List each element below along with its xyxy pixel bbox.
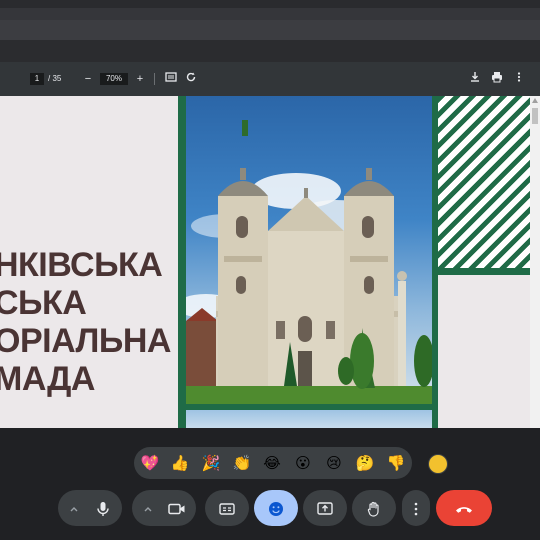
second-photo-top: [186, 410, 432, 428]
camera-icon[interactable]: [162, 490, 192, 526]
more-vert-icon[interactable]: [511, 71, 527, 87]
more-options-icon: [402, 490, 430, 526]
camera-options-chevron-icon[interactable]: [136, 490, 160, 526]
more-options-button[interactable]: [402, 490, 430, 526]
pdf-page: НКІВСЬКА СЬКА ОРІАЛЬНА МАДА: [0, 96, 530, 428]
skin-tone-picker[interactable]: [428, 454, 448, 474]
title-line-4: МАДА: [0, 360, 95, 398]
reaction-surprised[interactable]: 😮: [292, 453, 314, 473]
viewer-spacer: [0, 40, 540, 62]
striped-panel: [438, 96, 530, 268]
green-divider: [178, 96, 186, 428]
green-bar-horizontal: [438, 268, 530, 275]
reaction-sad[interactable]: 😢: [323, 453, 345, 473]
toolbar-separator: [154, 73, 155, 85]
captions-icon[interactable]: [205, 490, 249, 526]
mic-icon[interactable]: [88, 490, 118, 526]
church-photo: [186, 96, 432, 404]
reaction-party[interactable]: 🎉: [200, 453, 222, 473]
download-icon[interactable]: [467, 71, 483, 87]
scroll-up-arrow-icon[interactable]: [532, 98, 538, 103]
print-icon[interactable]: [489, 71, 505, 87]
present-icon[interactable]: [303, 490, 347, 526]
reaction-thumbs-up[interactable]: 👍: [169, 453, 191, 473]
reaction-thumbs-down[interactable]: 👎: [385, 453, 407, 473]
title-line-2: СЬКА: [0, 284, 87, 322]
emoji-icon[interactable]: [254, 490, 298, 526]
page-number-input[interactable]: 1: [30, 73, 44, 85]
slide-title: НКІВСЬКА СЬКА ОРІАЛЬНА МАДА: [0, 246, 171, 398]
title-line-1: НКІВСЬКА: [0, 246, 163, 284]
zoom-input[interactable]: 70%: [100, 73, 128, 85]
reaction-heart[interactable]: 💖: [139, 453, 161, 473]
reactions-bar: 💖 👍 🎉 👏 😂 😮 😢 🤔 👎: [134, 447, 412, 479]
vertical-scrollbar[interactable]: [530, 96, 540, 428]
mic-control: [58, 490, 122, 526]
rotate-icon[interactable]: [183, 71, 199, 87]
reaction-thinking[interactable]: 🤔: [354, 453, 376, 473]
end-call-icon[interactable]: [436, 490, 492, 526]
pdf-toolbar: 1 / 35 − 70% +: [0, 62, 540, 96]
page-total: / 35: [48, 74, 62, 83]
pdf-viewer[interactable]: НКІВСЬКА СЬКА ОРІАЛЬНА МАДА: [0, 96, 540, 428]
scrollbar-thumb[interactable]: [532, 108, 538, 124]
mic-options-chevron-icon[interactable]: [62, 490, 86, 526]
fit-page-icon[interactable]: [163, 71, 179, 87]
title-line-3: ОРІАЛЬНА: [0, 322, 171, 360]
reaction-laugh[interactable]: 😂: [261, 453, 283, 473]
reaction-clap[interactable]: 👏: [231, 453, 253, 473]
raise-hand-icon[interactable]: [352, 490, 396, 526]
camera-control: [132, 490, 196, 526]
window-top-strip: [0, 0, 540, 8]
browser-bar: [0, 8, 540, 44]
zoom-out-button[interactable]: −: [80, 71, 96, 87]
zoom-in-button[interactable]: +: [132, 71, 148, 87]
